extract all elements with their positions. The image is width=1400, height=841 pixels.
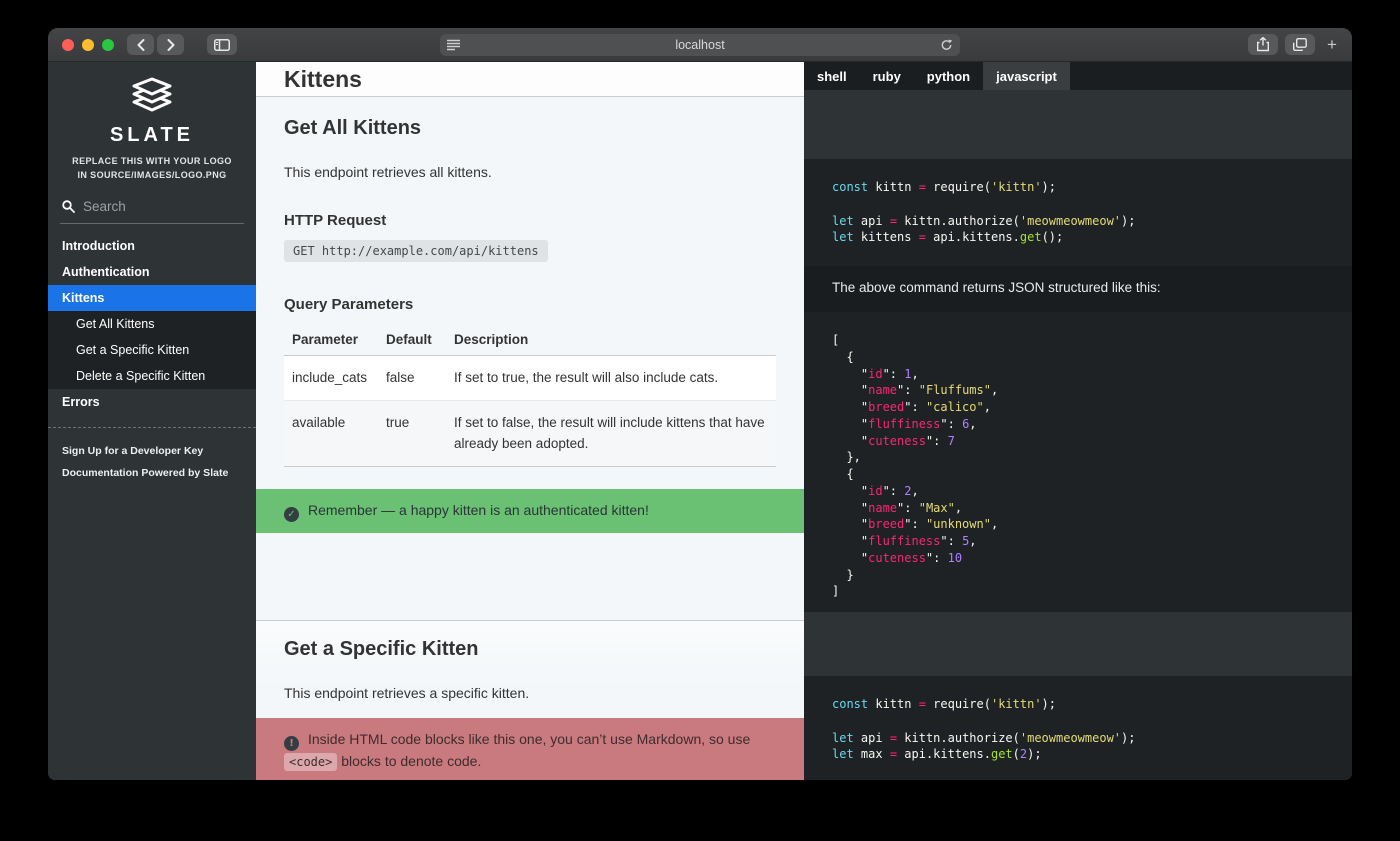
table-cell: false xyxy=(378,356,446,401)
check-circle-icon: ✓ xyxy=(284,507,299,522)
sidebar-footer: Sign Up for a Developer KeyDocumentation… xyxy=(48,441,256,485)
lang-tab-ruby[interactable]: ruby xyxy=(860,62,914,90)
tabs-icon xyxy=(1293,38,1307,51)
lang-tab-python[interactable]: python xyxy=(914,62,983,90)
warning-text-after: blocks to denote code. xyxy=(337,753,481,769)
logo-caption: REPLACE THIS WITH YOUR LOGO IN SOURCE/IM… xyxy=(48,155,256,183)
table-header: Description xyxy=(446,325,776,356)
refresh-icon[interactable] xyxy=(940,38,953,52)
share-icon xyxy=(1257,37,1269,52)
forward-button[interactable] xyxy=(157,34,184,55)
code-annotation: The above command returns JSON structure… xyxy=(804,266,1352,312)
sidebar-divider xyxy=(48,427,256,428)
new-tab-button[interactable]: + xyxy=(1322,35,1342,55)
table-body: include_catsfalseIf set to true, the res… xyxy=(284,356,776,467)
table-header: Default xyxy=(378,325,446,356)
reader-icon[interactable] xyxy=(447,39,460,51)
query-parameters-heading: Query Parameters xyxy=(284,296,776,313)
table-cell: available xyxy=(284,400,378,466)
search-icon xyxy=(62,200,75,213)
page-title: Kittens xyxy=(256,62,804,97)
inline-code-chip: <code> xyxy=(284,753,337,771)
http-request-heading: HTTP Request xyxy=(284,212,776,229)
warning-text-before: Inside HTML code blocks like this one, y… xyxy=(308,731,750,747)
sidebar-item-introduction[interactable]: Introduction xyxy=(48,233,256,259)
docs-content: Kittens Get All Kittens This endpoint re… xyxy=(256,62,804,780)
success-callout-text: Remember — a happy kitten is an authenti… xyxy=(308,502,649,518)
table-row: include_catsfalseIf set to true, the res… xyxy=(284,356,776,401)
sidebar-item-get-all-kittens[interactable]: Get All Kittens xyxy=(48,311,256,337)
browser-toolbar: localhost + xyxy=(48,28,1352,62)
footer-link[interactable]: Sign Up for a Developer Key xyxy=(48,441,256,463)
panel-spacer xyxy=(804,90,1352,159)
sidebar-item-delete-a-specific-kitten[interactable]: Delete a Specific Kitten xyxy=(48,363,256,389)
brand-name: SLATE xyxy=(48,124,256,147)
code-block-auth[interactable]: const kittn = require('kittn');let api =… xyxy=(804,159,1352,266)
minimize-button[interactable] xyxy=(82,39,94,51)
panel-spacer xyxy=(804,612,1352,676)
success-callout: ✓ Remember — a happy kitten is an authent… xyxy=(256,489,804,533)
chevron-left-icon xyxy=(137,39,145,51)
close-button[interactable] xyxy=(62,39,74,51)
table-cell: include_cats xyxy=(284,356,378,401)
exclamation-circle-icon: ! xyxy=(284,736,299,751)
section-get-specific-kitten: Get a Specific Kitten This endpoint retr… xyxy=(256,621,804,780)
sidebar-item-kittens[interactable]: Kittens xyxy=(48,285,256,311)
table-header: Parameter xyxy=(284,325,378,356)
sidebar-toggle-button[interactable] xyxy=(207,34,237,55)
share-button[interactable] xyxy=(1248,34,1278,55)
table-header-row: ParameterDefaultDescription xyxy=(284,325,776,356)
sidebar-nav: IntroductionAuthenticationKittensGet All… xyxy=(48,233,256,415)
traffic-lights xyxy=(58,39,120,51)
code-block-get-specific[interactable]: const kittn = require('kittn');let api =… xyxy=(804,676,1352,780)
warning-callout: ! Inside HTML code blocks like this one, … xyxy=(256,718,804,780)
chevron-right-icon xyxy=(167,39,175,51)
footer-link[interactable]: Documentation Powered by Slate xyxy=(48,463,256,485)
http-request-code: GET http://example.com/api/kittens xyxy=(284,240,548,262)
section-get-all-kittens: Get All Kittens This endpoint retrieves … xyxy=(256,97,804,621)
back-button[interactable] xyxy=(127,34,154,55)
sidebar-icon xyxy=(214,39,230,51)
table-row: availabletrueIf set to false, the result… xyxy=(284,400,776,466)
url-text: localhost xyxy=(675,38,724,52)
code-block-json-response[interactable]: [ { "id": 1, "name": "Fluffums", "breed"… xyxy=(804,312,1352,612)
search-input[interactable]: Search xyxy=(60,196,244,224)
table-cell: true xyxy=(378,400,446,466)
zoom-button[interactable] xyxy=(102,39,114,51)
sidebar-item-errors[interactable]: Errors xyxy=(48,389,256,415)
tab-overview-button[interactable] xyxy=(1285,34,1315,55)
sidebar-item-get-a-specific-kitten[interactable]: Get a Specific Kitten xyxy=(48,337,256,363)
query-parameters-table: ParameterDefaultDescription include_cats… xyxy=(284,325,776,467)
code-examples-panel: shellrubypythonjavascript const kittn = … xyxy=(804,62,1352,780)
slate-logo-icon xyxy=(124,75,180,115)
lang-tab-javascript[interactable]: javascript xyxy=(983,62,1070,90)
get-all-kittens-heading: Get All Kittens xyxy=(284,117,776,140)
language-tabs: shellrubypythonjavascript xyxy=(804,62,1352,90)
get-specific-kitten-heading: Get a Specific Kitten xyxy=(284,638,776,661)
address-bar[interactable]: localhost xyxy=(440,34,960,56)
search-placeholder: Search xyxy=(83,199,126,214)
get-all-kittens-intro: This endpoint retrieves all kittens. xyxy=(284,164,776,180)
sidebar-item-authentication[interactable]: Authentication xyxy=(48,259,256,285)
table-cell: If set to false, the result will include… xyxy=(446,400,776,466)
table-cell: If set to true, the result will also inc… xyxy=(446,356,776,401)
lang-tab-shell[interactable]: shell xyxy=(804,62,860,90)
browser-window: localhost + xyxy=(48,28,1352,780)
sidebar: SLATE REPLACE THIS WITH YOUR LOGO IN SOU… xyxy=(48,62,256,780)
get-specific-kitten-intro: This endpoint retrieves a specific kitte… xyxy=(284,685,776,701)
